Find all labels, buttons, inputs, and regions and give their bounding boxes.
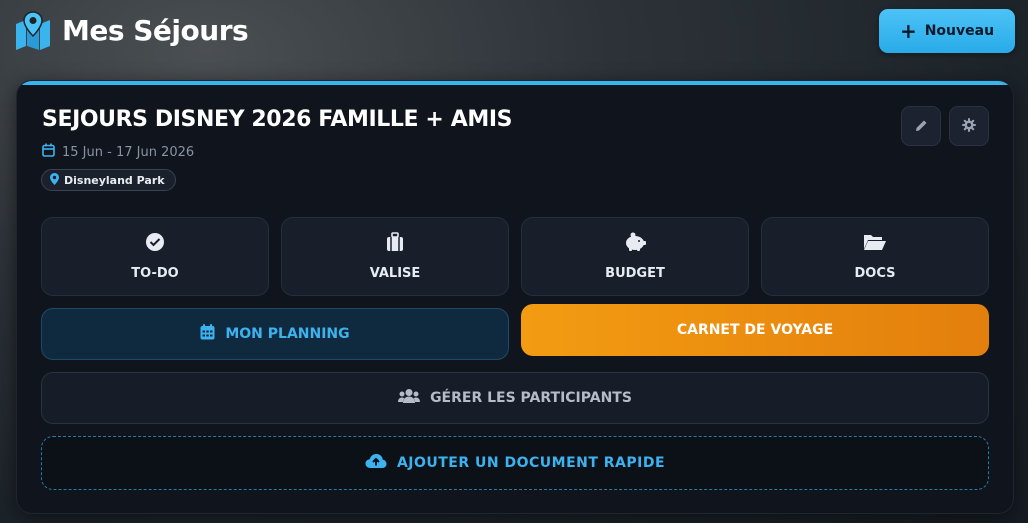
new-trip-button[interactable]: + Nouveau [879, 9, 1015, 53]
tile-docs[interactable]: DOCS [761, 217, 989, 296]
tile-budget-label: BUDGET [605, 266, 665, 281]
tile-todo[interactable]: TO-DO [41, 217, 269, 296]
my-planning-button[interactable]: MON PLANNING [41, 308, 509, 360]
quick-upload-label: AJOUTER UN DOCUMENT RAPIDE [396, 455, 666, 471]
tile-valise-label: VALISE [369, 266, 421, 281]
folder-open-icon [863, 232, 887, 256]
tile-todo-label: TO-DO [131, 266, 179, 281]
travel-journal-button[interactable]: CARNET DE VOYAGE [521, 304, 989, 356]
calendar-icon [42, 143, 55, 161]
pencil-icon [915, 117, 928, 136]
plus-icon: + [899, 19, 917, 43]
tile-valise[interactable]: VALISE [281, 217, 509, 296]
check-circle-icon [145, 232, 165, 256]
piggy-bank-icon [623, 232, 647, 256]
users-icon [398, 388, 421, 408]
card-accent-bar [17, 81, 1013, 85]
tile-docs-label: DOCS [854, 266, 896, 281]
cloud-upload-icon [365, 453, 387, 473]
tile-budget[interactable]: BUDGET [521, 217, 749, 296]
page-title: Mes Séjours [62, 13, 249, 47]
trip-card: SEJOURS DISNEY 2026 FAMILLE + AMIS 15 Ju… [16, 80, 1014, 514]
manage-participants-label: GÉRER LES PARTICIPANTS [430, 390, 632, 406]
my-planning-label: MON PLANNING [225, 326, 350, 342]
page-header: Mes Séjours [14, 10, 249, 50]
trip-dates-text: 15 Jun - 17 Jun 2026 [62, 144, 195, 160]
manage-participants-button[interactable]: GÉRER LES PARTICIPANTS [41, 372, 989, 424]
edit-trip-button[interactable] [901, 106, 941, 146]
location-badge: Disneyland Park [41, 169, 176, 191]
location-pin-icon [50, 172, 59, 188]
trip-dates: 15 Jun - 17 Jun 2026 [42, 143, 194, 161]
travel-journal-label: CARNET DE VOYAGE [676, 322, 834, 338]
trip-title: SEJOURS DISNEY 2026 FAMILLE + AMIS [42, 107, 513, 132]
location-text: Disneyland Park [64, 173, 165, 187]
calendar-icon [200, 324, 215, 344]
quick-upload-button[interactable]: AJOUTER UN DOCUMENT RAPIDE [41, 436, 989, 490]
new-trip-button-label: Nouveau [924, 23, 995, 39]
map-pin-icon [14, 10, 52, 50]
gear-icon [962, 117, 976, 136]
trip-settings-button[interactable] [949, 106, 989, 146]
suitcase-icon [385, 232, 405, 256]
